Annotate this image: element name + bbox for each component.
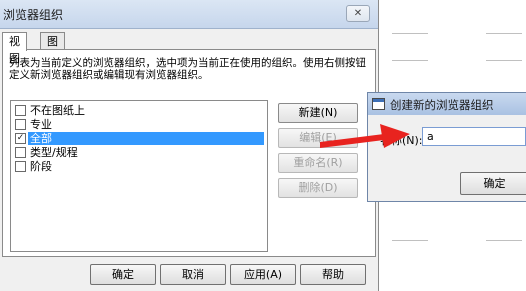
arrow-shaft (320, 134, 384, 148)
list-item-label: 专业 (30, 118, 52, 131)
window-icon (372, 98, 385, 110)
tab-sheets[interactable]: 图纸 (40, 32, 65, 65)
new-dialog-ok-button[interactable]: 确定 (460, 172, 526, 195)
list-item[interactable]: 专业 (13, 118, 263, 131)
background-line (486, 240, 522, 241)
background-line (392, 33, 428, 34)
list-item[interactable]: 类型/规程 (13, 146, 263, 159)
background-line (392, 240, 428, 241)
ok-button[interactable]: 确定 (90, 264, 156, 285)
check-icon: ✓ (16, 133, 25, 143)
list-item-label: 类型/规程 (30, 146, 78, 159)
pointer-arrow-icon (320, 124, 410, 148)
apply-button[interactable]: 应用(A) (230, 264, 296, 285)
tab-views-label: 视图 (9, 35, 20, 65)
checkbox[interactable] (15, 147, 26, 158)
arrow-head (380, 124, 410, 148)
rename-button[interactable]: 重命名(R) (278, 153, 358, 173)
checkbox[interactable] (15, 119, 26, 130)
organization-list[interactable]: 不在图纸上 专业 ✓ 全部 类型/规程 阶段 (10, 100, 268, 252)
delete-button[interactable]: 删除(D) (278, 178, 358, 198)
list-item-label: 阶段 (30, 160, 52, 173)
tab-views[interactable]: 视图 (2, 32, 27, 65)
name-input[interactable] (422, 127, 526, 146)
tab-panel: 列表为当前定义的浏览器组织，选中项为当前正在使用的组织。使用右侧按钮定义新浏览器… (2, 49, 376, 257)
description-text: 列表为当前定义的浏览器组织，选中项为当前正在使用的组织。使用右侧按钮定义新浏览器… (9, 57, 366, 81)
help-button[interactable]: 帮助 (300, 264, 366, 285)
main-title: 浏览器组织 (3, 8, 64, 22)
background-line (486, 60, 522, 61)
background-line (392, 60, 428, 61)
cancel-button[interactable]: 取消 (160, 264, 226, 285)
list-item-label: 不在图纸上 (30, 104, 85, 117)
new-dialog-titlebar[interactable]: 创建新的浏览器组织 (368, 93, 526, 115)
checkbox[interactable] (15, 105, 26, 116)
list-item[interactable]: 不在图纸上 (13, 104, 263, 117)
background-line (486, 33, 522, 34)
checkbox[interactable]: ✓ (15, 133, 26, 144)
list-item-label: 全部 (28, 132, 264, 145)
list-item[interactable]: ✓ 全部 (13, 132, 264, 145)
checkbox[interactable] (15, 161, 26, 172)
new-dialog-title: 创建新的浏览器组织 (390, 98, 494, 112)
close-icon: ✕ (353, 8, 363, 19)
close-button[interactable]: ✕ (346, 5, 370, 22)
main-titlebar[interactable]: 浏览器组织 ✕ (0, 0, 378, 29)
list-item[interactable]: 阶段 (13, 160, 263, 173)
